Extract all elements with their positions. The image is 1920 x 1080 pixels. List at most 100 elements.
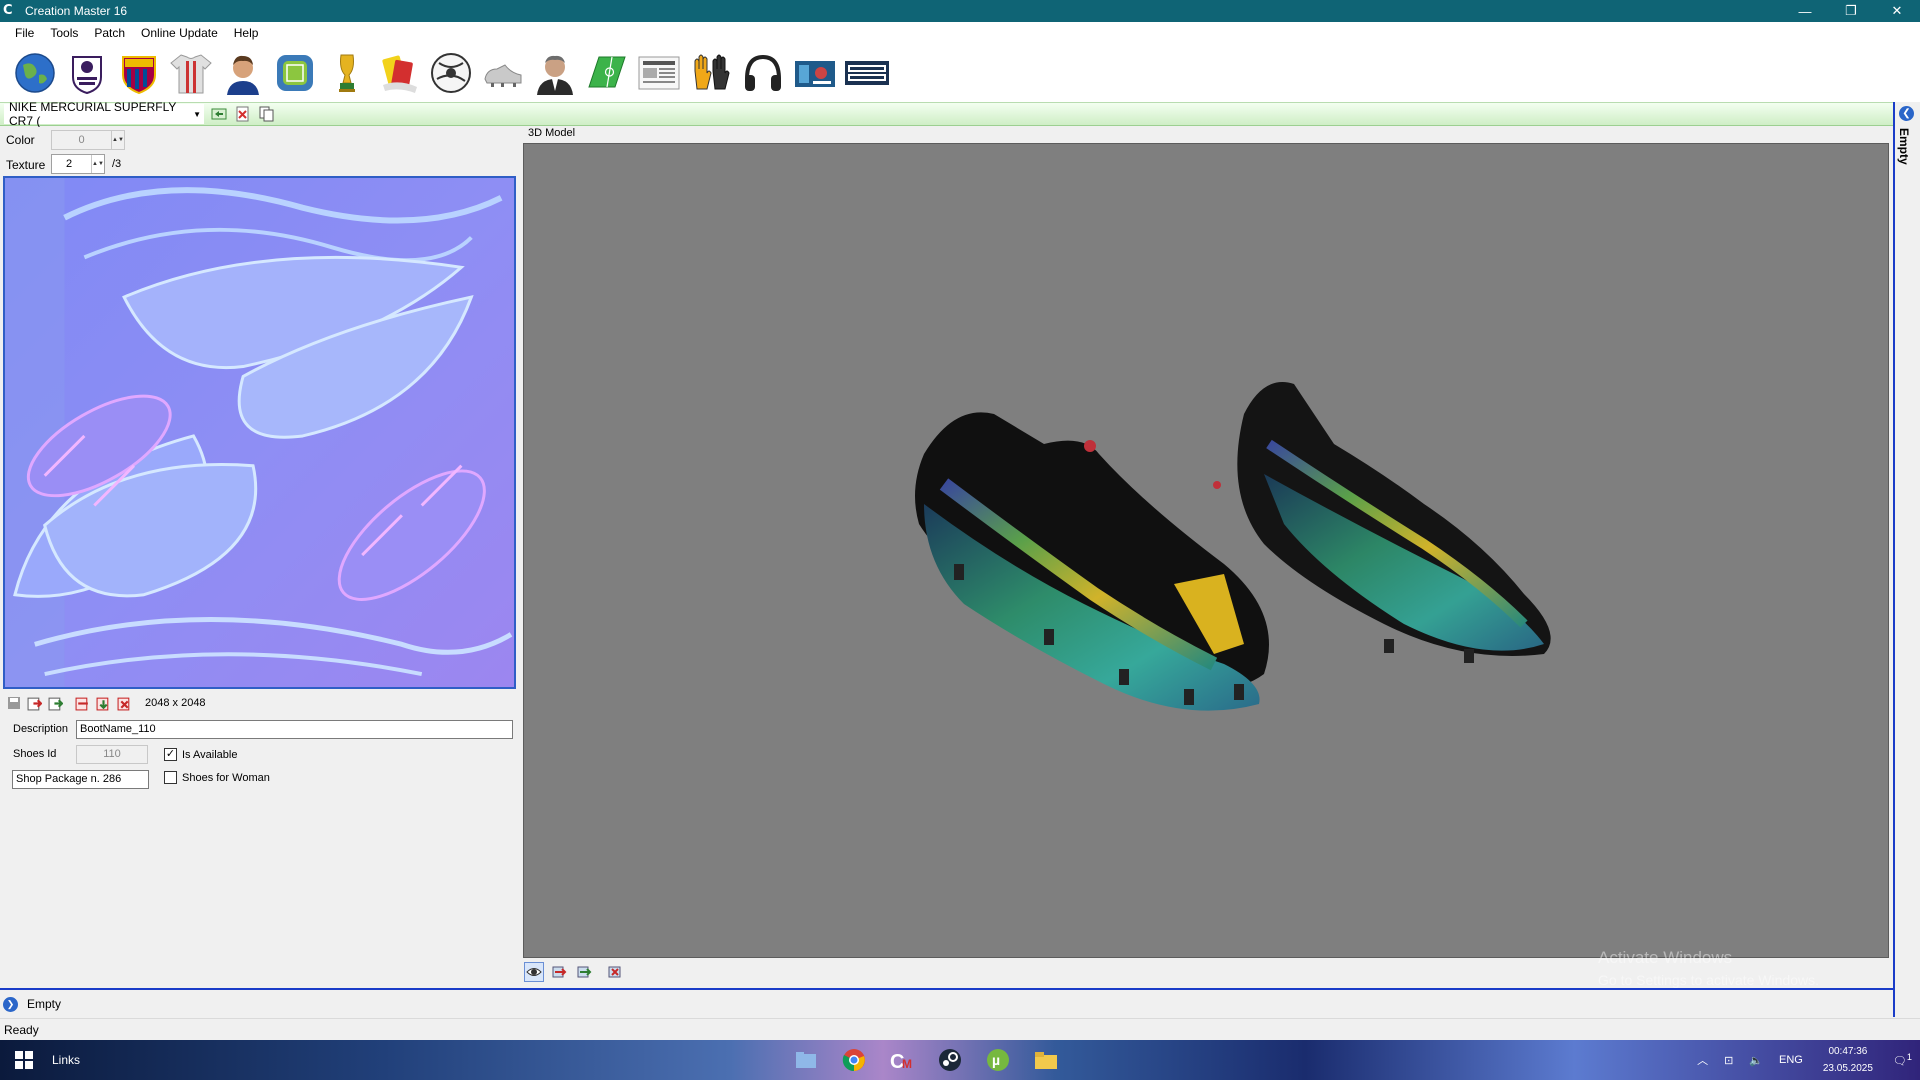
description-field[interactable]: BootName_110 — [76, 720, 513, 739]
tv-icon[interactable] — [792, 49, 837, 97]
color-label: Color — [6, 133, 35, 147]
chevron-up-icon[interactable]: ︿ — [1697, 1052, 1708, 1068]
item-selector-bar: NIKE MERCURIAL SUPERFLY CR7 ( ▼ — [0, 100, 1893, 128]
panel-expand-icon[interactable]: ❮ — [1899, 106, 1914, 121]
bottom-panel[interactable]: ❯ Empty — [0, 990, 1893, 1018]
right-side-panel[interactable]: ❮ Empty — [1893, 102, 1920, 1017]
windows-start-icon[interactable] — [0, 1040, 48, 1080]
boot-select-dropdown[interactable]: NIKE MERCURIAL SUPERFLY CR7 ( ▼ — [4, 100, 204, 128]
ball-icon[interactable] — [428, 49, 473, 97]
menu-file[interactable]: File — [7, 22, 42, 44]
taskbar-clock[interactable]: 00:47:36 23.05.2025 — [1823, 1043, 1873, 1077]
referee-card-icon[interactable] — [376, 49, 421, 97]
boots-icon[interactable] — [480, 49, 525, 97]
chevron-down-icon: ▼ — [193, 109, 201, 119]
kit-icon[interactable] — [168, 49, 213, 97]
shop-package-field[interactable]: Shop Package n. 286 — [12, 770, 149, 789]
checkbox-check-icon[interactable]: ✓ — [164, 748, 177, 761]
manager-icon[interactable] — [532, 49, 577, 97]
app-logo-icon: C — [3, 3, 13, 18]
notification-center-icon[interactable]: 🗨1 — [1893, 1052, 1912, 1068]
color-value: 0 — [78, 134, 85, 146]
checkbox-empty-icon[interactable] — [164, 771, 177, 784]
title-bar: C Creation Master 16 — ❐ ✕ — [0, 0, 1920, 22]
viewer-toolbar — [524, 961, 625, 983]
texture-spinner[interactable]: 2 ▲▼ — [51, 154, 105, 174]
language-indicator[interactable]: ENG — [1779, 1054, 1803, 1066]
remove-texture-icon[interactable] — [116, 695, 133, 712]
boot-select-value: NIKE MERCURIAL SUPERFLY CR7 ( — [9, 100, 177, 128]
system-tray: ︿ ⊡ 🔈 ENG 00:47:36 23.05.2025 🗨1 — [1689, 1040, 1920, 1080]
boots-3d-render — [915, 382, 1551, 711]
export-all-icon[interactable] — [95, 695, 112, 712]
goalkeeper-gloves-icon[interactable] — [688, 49, 733, 97]
restore-button[interactable]: ❐ — [1828, 0, 1874, 22]
import-texture-icon[interactable] — [26, 695, 43, 712]
texture-total: /3 — [112, 158, 122, 170]
utorrent-icon[interactable]: µ — [982, 1044, 1014, 1076]
shoes-for-woman-checkbox[interactable]: Shoes for Woman — [164, 771, 270, 784]
svg-text:µ: µ — [992, 1052, 1000, 1068]
menu-help[interactable]: Help — [226, 22, 267, 44]
menu-online-update[interactable]: Online Update — [133, 22, 226, 44]
shoes-for-woman-label: Shoes for Woman — [182, 771, 270, 784]
chrome-icon[interactable] — [838, 1044, 870, 1076]
remove-model-icon[interactable] — [605, 962, 625, 982]
activation-watermark-title: Activate Windows — [1598, 948, 1733, 967]
svg-text:M: M — [902, 1057, 912, 1071]
headphones-icon[interactable] — [740, 49, 785, 97]
shoes-id-label: Shoes Id — [13, 748, 57, 760]
panel-expand-icon[interactable]: ❯ — [3, 996, 18, 1012]
folder-icon[interactable] — [1030, 1044, 1062, 1076]
texture-size-label: 2048 x 2048 — [145, 697, 206, 709]
close-button[interactable]: ✕ — [1874, 0, 1920, 22]
export-model-icon[interactable] — [574, 962, 594, 982]
side-panel-label: Empty — [1897, 128, 1911, 165]
trophy-icon[interactable] — [324, 49, 369, 97]
club-crest-icon[interactable] — [116, 49, 161, 97]
import-model-icon[interactable] — [549, 962, 569, 982]
menu-patch[interactable]: Patch — [86, 22, 133, 44]
description-label: Description — [13, 723, 69, 735]
pitch-icon[interactable] — [584, 49, 629, 97]
shoes-id-field[interactable]: 110 — [76, 745, 148, 764]
bottom-panel-label: Empty — [27, 997, 62, 1011]
globe-icon[interactable] — [12, 49, 57, 97]
viewer-title: 3D Model — [528, 127, 576, 139]
main-toolbar — [0, 44, 1920, 102]
creation-master-icon[interactable]: CM — [886, 1044, 918, 1076]
is-available-checkbox[interactable]: ✓ Is Available — [164, 748, 237, 761]
import-all-icon[interactable] — [74, 695, 91, 712]
3d-model-viewport[interactable] — [523, 143, 1889, 958]
view-eye-icon[interactable] — [524, 962, 544, 982]
premier-league-icon[interactable] — [64, 49, 109, 97]
is-available-label: Is Available — [182, 748, 238, 761]
spinner-arrows-icon[interactable]: ▲▼ — [91, 155, 104, 173]
player-icon[interactable] — [220, 49, 265, 97]
steam-icon[interactable] — [934, 1044, 966, 1076]
clock-time: 00:47:36 — [1828, 1046, 1868, 1057]
export-texture-icon[interactable] — [47, 695, 64, 712]
network-icon[interactable]: ⊡ — [1724, 1054, 1733, 1067]
stadium-icon[interactable] — [272, 49, 317, 97]
copy-item-icon[interactable] — [258, 105, 276, 123]
minimize-button[interactable]: — — [1782, 0, 1828, 22]
file-explorer-pinned-icon[interactable] — [790, 1044, 822, 1076]
windows-taskbar: Links CM µ ︿ ⊡ 🔈 ENG 00:47:36 23.05.2025… — [0, 1040, 1920, 1080]
add-item-icon[interactable] — [210, 105, 228, 123]
color-spinner[interactable]: 0 ▲▼ — [51, 130, 125, 150]
taskbar-links-toolbar[interactable]: Links — [52, 1053, 80, 1067]
volume-icon[interactable]: 🔈 — [1749, 1054, 1763, 1067]
left-properties-panel: Color 0 ▲▼ Texture 2 ▲▼ /3 2048 x 2048 D… — [0, 127, 522, 987]
spinner-arrows-icon[interactable]: ▲▼ — [111, 131, 124, 149]
window-title: Creation Master 16 — [25, 4, 128, 18]
newspaper-icon[interactable] — [636, 49, 681, 97]
status-text: Ready — [4, 1022, 39, 1037]
texture-preview[interactable] — [3, 176, 516, 689]
delete-item-icon[interactable] — [234, 105, 252, 123]
save-texture-icon[interactable] — [5, 695, 22, 712]
menu-tools[interactable]: Tools — [42, 22, 86, 44]
transfermarkt-icon[interactable] — [844, 49, 889, 97]
texture-tools: 2048 x 2048 — [5, 692, 206, 714]
texture-label: Texture — [6, 158, 46, 172]
